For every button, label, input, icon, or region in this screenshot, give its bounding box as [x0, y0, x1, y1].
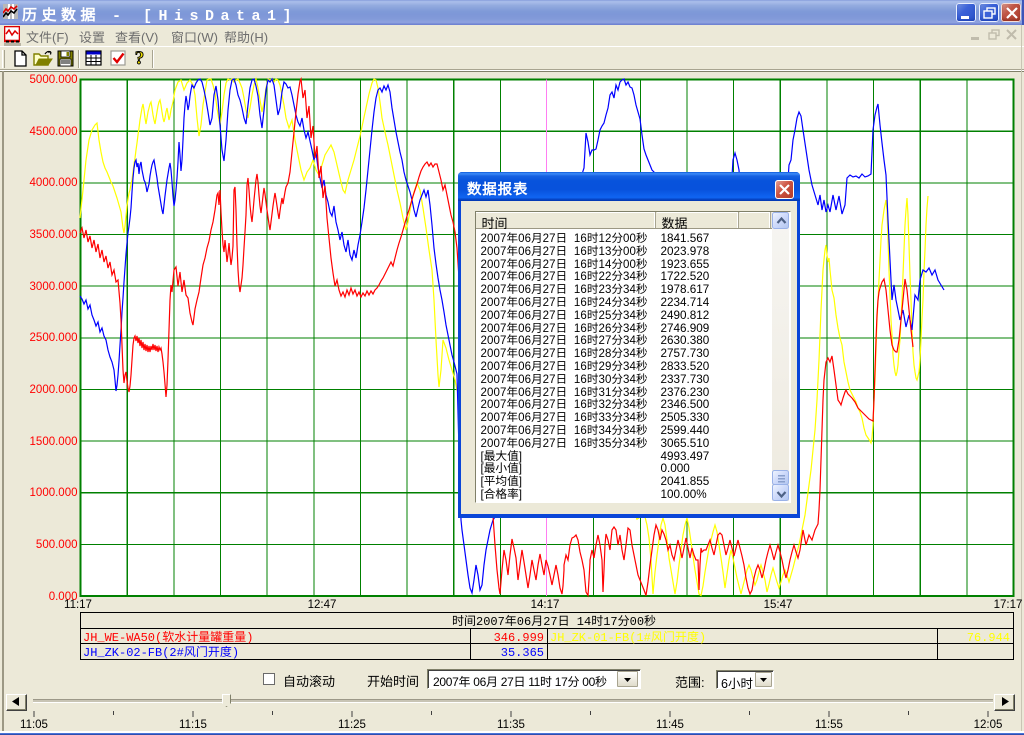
- svg-text:?: ?: [135, 49, 145, 68]
